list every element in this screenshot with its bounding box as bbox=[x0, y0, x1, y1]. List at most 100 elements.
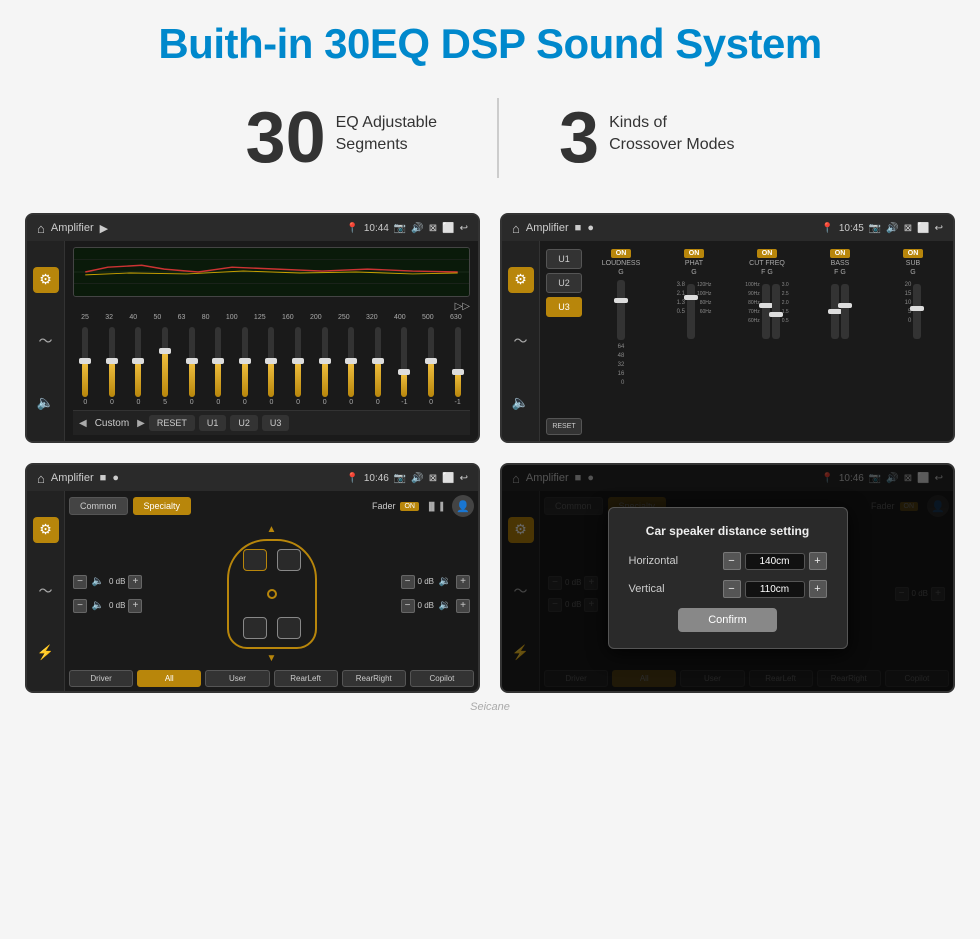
eq-icon-2[interactable]: ⚙ bbox=[508, 267, 534, 293]
left-bot-plus[interactable]: + bbox=[128, 599, 142, 613]
eq-back-btn[interactable]: ◀ bbox=[79, 418, 87, 429]
location-icon-1: 📍 bbox=[346, 223, 358, 234]
topbar-3: ⌂ Amplifier ■ ● 📍 10:46 📷 🔊 ⊠ ⬜ ↩ bbox=[27, 465, 478, 491]
camera-icon-3[interactable]: 📷 bbox=[394, 473, 406, 484]
stat-eq: 30 EQ AdjustableSegments bbox=[186, 102, 498, 174]
fader-content: Common Specialty Fader ON ▐▌▐ 👤 − 🔈 0 dB bbox=[65, 491, 478, 691]
dialog-title: Car speaker distance setting bbox=[629, 524, 827, 538]
right-db-col: − 0 dB 🔉 + − 0 dB 🔉 + bbox=[401, 574, 470, 614]
cutfreq-on: ON bbox=[757, 249, 778, 258]
common-tab[interactable]: Common bbox=[69, 497, 128, 515]
rec-icon-3: ■ bbox=[100, 472, 107, 484]
cutfreq-name: CUT FREQ bbox=[749, 260, 785, 267]
back-icon-2[interactable]: ↩ bbox=[935, 223, 943, 234]
ch-cutfreq: ON CUT FREQ F G 100Hz90Hz80Hz70Hz60Hz 3.… bbox=[733, 249, 801, 435]
camera-icon-2[interactable]: 📷 bbox=[869, 223, 881, 234]
vertical-plus[interactable]: + bbox=[809, 580, 827, 598]
bluetooth-icon-3[interactable]: ⚡ bbox=[33, 639, 59, 665]
eq-u3-btn[interactable]: U3 bbox=[262, 415, 290, 431]
horizontal-plus[interactable]: + bbox=[809, 552, 827, 570]
right-top-minus[interactable]: − bbox=[401, 575, 415, 589]
ch-bass: ON BASS F G bbox=[806, 249, 874, 435]
home-icon-3[interactable]: ⌂ bbox=[37, 471, 45, 486]
preset-u3[interactable]: U3 bbox=[546, 297, 582, 317]
left-top-plus[interactable]: + bbox=[128, 575, 142, 589]
fader-label: Fader bbox=[372, 501, 396, 511]
eq-number: 30 bbox=[246, 102, 326, 174]
window-icon-1[interactable]: ⬜ bbox=[442, 223, 454, 234]
left-bot-minus[interactable]: − bbox=[73, 599, 87, 613]
preset-u2[interactable]: U2 bbox=[546, 273, 582, 293]
camera-icon-1[interactable]: 📷 bbox=[394, 223, 406, 234]
screen1-content: ⚙ 〜 🔈 bbox=[27, 241, 478, 441]
eq-col-3: 5 bbox=[153, 327, 178, 406]
grid-icon-2[interactable]: ⊠ bbox=[904, 223, 912, 234]
window-icon-3[interactable]: ⬜ bbox=[442, 473, 454, 484]
eq-play-btn[interactable]: ▶ bbox=[137, 418, 145, 429]
copilot-btn[interactable]: Copilot bbox=[410, 670, 474, 687]
play-icon-1[interactable]: ▶ bbox=[100, 222, 108, 235]
volume-icon-3[interactable]: 🔊 bbox=[411, 473, 423, 484]
eq-custom-label: Custom bbox=[95, 418, 129, 429]
driver-btn[interactable]: Driver bbox=[69, 670, 133, 687]
all-btn[interactable]: All bbox=[137, 670, 201, 687]
sidebar-2: ⚙ 〜 🔈 bbox=[502, 241, 540, 441]
rear-left-seat bbox=[243, 617, 267, 639]
rear-right-seat bbox=[277, 617, 301, 639]
left-db-col: − 🔈 0 dB + − 🔈 0 dB + bbox=[73, 574, 142, 614]
wave-icon-1[interactable]: 〜 bbox=[33, 328, 59, 354]
main-title: Buith-in 30EQ DSP Sound System bbox=[158, 20, 821, 68]
reset-btn[interactable]: RESET bbox=[546, 418, 582, 435]
fader-car-area: − 🔈 0 dB + − 🔈 0 dB + bbox=[69, 521, 474, 666]
back-icon-1[interactable]: ↩ bbox=[460, 223, 468, 234]
confirm-button[interactable]: Confirm bbox=[678, 608, 777, 632]
volume-icon-1[interactable]: 🔊 bbox=[411, 223, 423, 234]
left-top-minus[interactable]: − bbox=[73, 575, 87, 589]
eq-icon-active[interactable]: ⚙ bbox=[33, 267, 59, 293]
eq-col-13: 0 bbox=[419, 327, 444, 406]
specialty-tab[interactable]: Specialty bbox=[133, 497, 192, 515]
car-center[interactable] bbox=[267, 589, 277, 599]
back-icon-3[interactable]: ↩ bbox=[460, 473, 468, 484]
vertical-stepper: − 110cm + bbox=[723, 580, 827, 598]
speaker-right-bot: 🔉 bbox=[437, 598, 453, 614]
window-icon-2[interactable]: ⬜ bbox=[917, 223, 929, 234]
preset-u1[interactable]: U1 bbox=[546, 249, 582, 269]
eq-curve bbox=[73, 247, 470, 297]
volume-icon-2[interactable]: 🔊 bbox=[886, 223, 898, 234]
user-btn[interactable]: User bbox=[205, 670, 269, 687]
time-2: 10:45 bbox=[839, 223, 864, 234]
speaker-icon-1[interactable]: 🔈 bbox=[33, 389, 59, 415]
sidebar-3: ⚙ 〜 ⚡ bbox=[27, 491, 65, 691]
right-bot-minus[interactable]: − bbox=[401, 599, 415, 613]
eq-col-1: 0 bbox=[100, 327, 125, 406]
right-top-plus[interactable]: + bbox=[456, 575, 470, 589]
grid-icon-1[interactable]: ⊠ bbox=[429, 223, 437, 234]
topbar-title-3: Amplifier bbox=[51, 472, 94, 484]
eq-u2-btn[interactable]: U2 bbox=[230, 415, 258, 431]
stats-row: 30 EQ AdjustableSegments 3 Kinds ofCross… bbox=[186, 98, 795, 178]
front-seats bbox=[243, 549, 301, 571]
speaker-icon-2[interactable]: 🔈 bbox=[508, 389, 534, 415]
dot-icon-2: ● bbox=[587, 222, 594, 234]
rearright-btn[interactable]: RearRight bbox=[342, 670, 406, 687]
right-bot-plus[interactable]: + bbox=[456, 599, 470, 613]
eq-reset-btn[interactable]: RESET bbox=[149, 415, 195, 431]
eq-arrow-right[interactable]: ▷▷ bbox=[455, 301, 470, 312]
rearleft-btn[interactable]: RearLeft bbox=[274, 670, 338, 687]
eq-icon-3[interactable]: ⚙ bbox=[33, 517, 59, 543]
wave-icon-3[interactable]: 〜 bbox=[33, 578, 59, 604]
home-icon-1[interactable]: ⌂ bbox=[37, 221, 45, 236]
horizontal-label: Horizontal bbox=[629, 555, 689, 567]
fader-slider[interactable]: ▐▌▐ bbox=[426, 502, 443, 511]
eq-bottom-bar: ◀ Custom ▶ RESET U1 U2 U3 bbox=[73, 410, 470, 435]
vertical-minus[interactable]: − bbox=[723, 580, 741, 598]
home-icon-2[interactable]: ⌂ bbox=[512, 221, 520, 236]
horizontal-minus[interactable]: − bbox=[723, 552, 741, 570]
topbar-title-2: Amplifier bbox=[526, 222, 569, 234]
wave-icon-2[interactable]: 〜 bbox=[508, 328, 534, 354]
grid-icon-3[interactable]: ⊠ bbox=[429, 473, 437, 484]
topbar-2: ⌂ Amplifier ■ ● 📍 10:45 📷 🔊 ⊠ ⬜ ↩ bbox=[502, 215, 953, 241]
eq-u1-btn[interactable]: U1 bbox=[199, 415, 227, 431]
horizontal-row: Horizontal − 140cm + bbox=[629, 552, 827, 570]
